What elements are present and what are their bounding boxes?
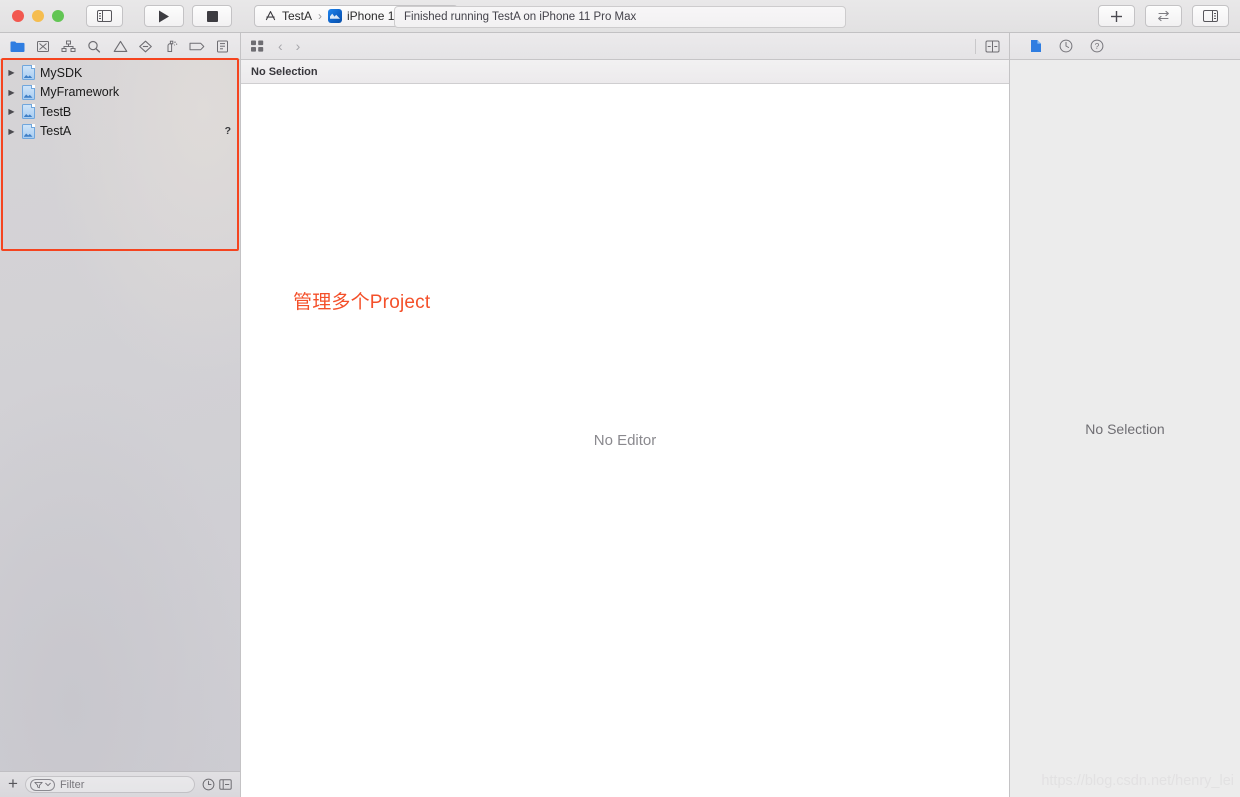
inspector-toggle-button[interactable] <box>1192 5 1229 27</box>
no-selection-placeholder: No Selection <box>1085 420 1165 437</box>
inspector-body: No Selection <box>1010 60 1240 797</box>
sidebar-item-find-navigator[interactable] <box>86 39 103 54</box>
annotation-label: 管理多个Project <box>293 292 431 313</box>
scheme-separator: › <box>318 9 323 23</box>
project-name-label: TestA <box>40 124 72 139</box>
swap-arrows-icon <box>1156 10 1171 22</box>
minimize-button[interactable] <box>32 10 44 22</box>
file-inspector-icon[interactable] <box>1030 39 1042 53</box>
grid-icon[interactable] <box>250 39 265 53</box>
list-item[interactable]: ▶ TestB <box>0 102 240 122</box>
sidebar-item-symbol-navigator[interactable] <box>60 39 77 54</box>
sidebar-item-report-navigator[interactable] <box>214 39 231 54</box>
svg-text:?: ? <box>1095 41 1100 51</box>
project-file-icon <box>22 84 35 100</box>
toolbar-divider <box>975 38 976 54</box>
chevron-right-icon[interactable]: ▶ <box>6 88 17 97</box>
project-name-label: MySDK <box>40 65 83 80</box>
chevron-right-icon[interactable]: ▶ <box>6 68 17 77</box>
project-name-label: TestB <box>40 104 72 119</box>
project-name-label: MyFramework <box>40 85 120 100</box>
inspector-tab-bar: ? <box>1010 33 1240 60</box>
quick-help-inspector-icon[interactable]: ? <box>1090 39 1104 53</box>
sidebar-item-project-navigator[interactable] <box>9 39 26 54</box>
jump-bar-label: No Selection <box>251 65 318 78</box>
run-button[interactable] <box>144 5 184 27</box>
sidebar-item-breakpoint-navigator[interactable] <box>188 39 205 54</box>
appstore-icon <box>264 10 277 23</box>
project-file-icon <box>22 104 35 120</box>
sidebar-item-test-navigator[interactable] <box>137 39 154 54</box>
filter-toggles <box>202 778 232 791</box>
inspector-toggle-icon <box>1203 10 1218 22</box>
plus-icon <box>1110 10 1123 23</box>
inspector-panel: ? No Selection https://blog.csdn.net/hen… <box>1009 33 1240 797</box>
simulator-icon <box>328 9 343 23</box>
collapse-icon[interactable] <box>219 778 232 791</box>
sidebar-toggle-button[interactable] <box>86 5 123 27</box>
stop-icon <box>206 10 218 22</box>
project-list: ▶ MySDK ▶ MyFramework ▶ TestB ▶ TestA ? <box>0 60 240 141</box>
list-item[interactable]: ▶ MyFramework <box>0 83 240 103</box>
window-titlebar: TestA › iPhone 11 Pro Max Finished runni… <box>0 0 1240 33</box>
xcode-window: TestA › iPhone 11 Pro Max Finished runni… <box>0 0 1240 797</box>
scheme-target-label: TestA <box>282 9 313 23</box>
main-body: ▶ MySDK ▶ MyFramework ▶ TestB ▶ TestA ? … <box>0 33 1240 797</box>
project-file-icon <box>22 65 35 81</box>
editor-split-icon[interactable] <box>985 40 1000 53</box>
sidebar-item-debug-navigator[interactable] <box>163 39 180 54</box>
editor-canvas: 管理多个Project No Editor <box>241 84 1009 797</box>
titlebar-right-buttons <box>1098 5 1229 27</box>
add-file-button[interactable]: + <box>8 775 18 794</box>
close-button[interactable] <box>12 10 24 22</box>
chevron-down-icon <box>45 782 51 787</box>
status-badge: ? <box>224 125 231 138</box>
zoom-button[interactable] <box>52 10 64 22</box>
library-toggle-button[interactable] <box>1145 5 1182 27</box>
stop-button[interactable] <box>192 5 232 27</box>
navigator-tab-bar <box>0 33 240 60</box>
editor-panel: ‹ › No Selection 管理多个Project No Editor <box>241 33 1009 797</box>
chevron-right-icon[interactable]: ▶ <box>6 127 17 136</box>
navigator-panel: ▶ MySDK ▶ MyFramework ▶ TestB ▶ TestA ? … <box>0 33 241 797</box>
list-item[interactable]: ▶ TestA ? <box>0 122 240 142</box>
filter-placeholder: Filter <box>59 778 85 791</box>
add-button[interactable] <box>1098 5 1135 27</box>
sidebar-item-source-control-navigator[interactable] <box>35 39 52 54</box>
project-file-icon <box>22 123 35 139</box>
funnel-icon[interactable] <box>29 778 55 791</box>
back-button[interactable]: ‹ <box>278 39 283 53</box>
activity-status-text: Finished running TestA on iPhone 11 Pro … <box>404 11 637 23</box>
filter-input[interactable]: Filter <box>24 776 195 793</box>
editor-tab-bar: ‹ › <box>241 33 1009 60</box>
list-item[interactable]: ▶ MySDK <box>0 63 240 83</box>
chevron-right-icon[interactable]: ▶ <box>6 107 17 116</box>
sidebar-item-issue-navigator[interactable] <box>112 39 129 54</box>
sidebar-toggle-icon <box>97 10 112 22</box>
forward-button[interactable]: › <box>296 39 301 53</box>
clock-icon[interactable] <box>202 778 215 791</box>
history-inspector-icon[interactable] <box>1059 39 1073 53</box>
traffic-lights <box>0 10 64 22</box>
watermark-text: https://blog.csdn.net/henry_lei <box>1041 773 1234 789</box>
no-editor-placeholder: No Editor <box>593 432 657 449</box>
activity-status-field[interactable]: Finished running TestA on iPhone 11 Pro … <box>394 6 846 28</box>
play-icon <box>158 10 170 23</box>
editor-jump-bar[interactable]: No Selection <box>241 60 1009 84</box>
navigator-filter-bar: + Filter <box>0 771 240 797</box>
